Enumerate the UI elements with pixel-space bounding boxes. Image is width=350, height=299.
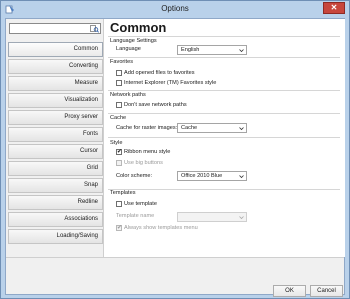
cache-label: Cache for raster images:	[116, 125, 178, 131]
use-template-checkbox[interactable]	[116, 201, 122, 207]
cache-value: Cache	[181, 125, 198, 131]
nav-item-visualization[interactable]: Visualization	[8, 92, 103, 109]
nav-item-redline[interactable]: Redline	[8, 194, 103, 211]
dont-save-network-paths-checkbox[interactable]	[116, 102, 122, 108]
nav-item-grid[interactable]: Grid	[8, 160, 103, 177]
divider	[108, 90, 340, 91]
section-language-settings: Language Settings	[110, 38, 157, 44]
nav-item-snap[interactable]: Snap	[8, 177, 103, 194]
always-show-templates-checkbox[interactable]	[116, 224, 122, 231]
nav-item-fonts[interactable]: Fonts	[8, 126, 103, 143]
chevron-down-icon	[239, 175, 244, 179]
language-label: Language	[116, 46, 141, 52]
add-opened-files-label: Add opened files to favorites	[124, 70, 195, 76]
section-favorites: Favorites	[110, 59, 134, 65]
page-title: Common	[110, 20, 167, 35]
nav-item-measure[interactable]: Measure	[8, 75, 103, 92]
title-bar[interactable]: Options ✕	[1, 1, 349, 17]
nav-item-proxy-server[interactable]: Proxy server	[8, 109, 103, 126]
use-big-buttons-checkbox[interactable]	[116, 160, 122, 166]
divider	[108, 189, 340, 190]
ribbon-menu-style-label: Ribbon menu style	[124, 149, 171, 155]
section-cache: Cache	[110, 115, 127, 121]
nav-item-converting[interactable]: Converting	[8, 58, 103, 75]
nav-item-cursor[interactable]: Cursor	[8, 143, 103, 160]
settings-page: Common Language Settings Language Englis…	[104, 19, 345, 257]
color-scheme-value: Office 2010 Blue	[181, 173, 223, 179]
category-list: Common Converting Measure Visualization …	[8, 42, 103, 246]
window-title: Options	[161, 4, 189, 13]
dont-save-network-paths-label: Don't save network paths	[124, 102, 187, 108]
options-window: Options ✕ Common Converting Measure Visu…	[0, 0, 350, 299]
search-input[interactable]	[9, 23, 101, 34]
nav-item-associations[interactable]: Associations	[8, 211, 103, 228]
ie-favorites-style-checkbox[interactable]	[116, 80, 122, 86]
cache-select[interactable]: Cache	[177, 123, 247, 133]
use-big-buttons-label: Use big buttons	[124, 160, 163, 166]
nav-item-loading-saving[interactable]: Loading/Saving	[8, 228, 103, 245]
use-template-label: Use template	[124, 201, 157, 207]
footer-divider	[6, 257, 344, 258]
nav-item-common[interactable]: Common	[8, 42, 103, 58]
divider	[108, 36, 340, 37]
color-scheme-label: Color scheme:	[116, 173, 153, 179]
divider	[108, 137, 340, 138]
ie-favorites-style-label: Internet Explorer (TM) Favorites style	[124, 80, 217, 86]
template-name-label: Template name	[116, 213, 155, 219]
language-value: English	[181, 47, 200, 53]
search-settings-icon[interactable]	[90, 25, 99, 33]
close-button[interactable]: ✕	[323, 2, 345, 14]
color-scheme-select[interactable]: Office 2010 Blue	[177, 171, 247, 181]
cancel-button[interactable]: Cancel	[310, 285, 343, 297]
chevron-down-icon	[239, 49, 244, 53]
divider	[108, 57, 340, 58]
divider	[108, 113, 340, 114]
section-templates: Templates	[110, 190, 136, 196]
section-style: Style	[110, 140, 123, 146]
section-network-paths: Network paths	[110, 92, 146, 98]
chevron-down-icon	[239, 216, 244, 220]
template-name-select[interactable]	[177, 212, 247, 222]
category-panel: Common Converting Measure Visualization …	[6, 19, 104, 257]
always-show-templates-label: Always show templates menu	[124, 225, 198, 231]
add-opened-files-checkbox[interactable]	[116, 70, 122, 76]
chevron-down-icon	[239, 127, 244, 131]
ribbon-menu-style-checkbox[interactable]	[116, 148, 122, 155]
ok-button[interactable]: OK	[273, 285, 306, 297]
dialog-client: Common Converting Measure Visualization …	[5, 18, 345, 297]
language-select[interactable]: English	[177, 45, 247, 55]
